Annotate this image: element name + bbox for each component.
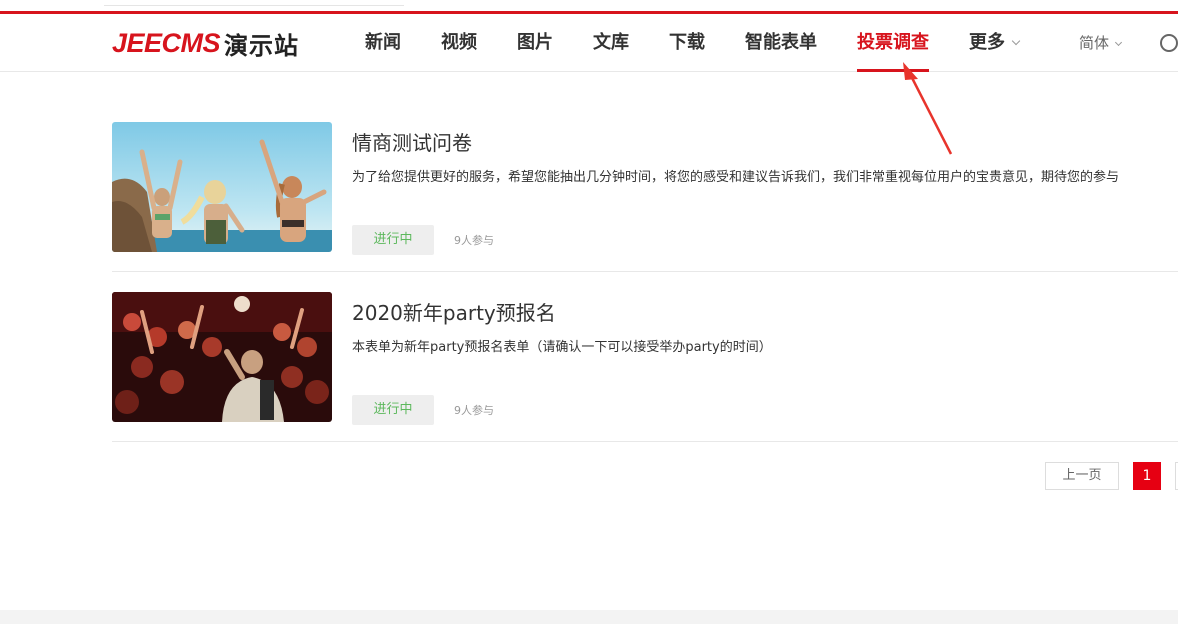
site-logo[interactable]: JEECMS 演示站 (112, 26, 299, 60)
survey-item: 情商测试问卷 为了给您提供更好的服务，希望您能抽出几分钟时间，将您的感受和建议告… (112, 102, 1178, 272)
site-header: JEECMS 演示站 新闻 视频 图片 文库 下载 智能表单 投票调查 更多 简… (0, 14, 1178, 72)
participant-count: 9人参与 (454, 404, 494, 417)
status-badge[interactable]: 进行中 (352, 225, 434, 255)
language-label: 简体 (1079, 34, 1110, 52)
chevron-down-icon (1114, 38, 1123, 47)
nav-item-video[interactable]: 视频 (441, 14, 477, 72)
survey-thumbnail-party[interactable] (112, 292, 332, 422)
page-number-current[interactable]: 1 (1133, 462, 1161, 490)
participant-count: 9人参与 (454, 234, 494, 247)
search-icon[interactable] (1160, 34, 1178, 52)
nav-item-library[interactable]: 文库 (593, 14, 629, 72)
nav-item-news[interactable]: 新闻 (365, 14, 401, 72)
prev-page-button[interactable]: 上一页 (1045, 462, 1119, 490)
survey-description: 为了给您提供更好的服务，希望您能抽出几分钟时间，将您的感受和建议告诉我们，我们非… (352, 170, 1120, 185)
survey-title[interactable]: 2020新年party预报名 (352, 297, 556, 326)
survey-item: 2020新年party预报名 本表单为新年party预报名表单（请确认一下可以接… (112, 272, 1178, 442)
status-badge[interactable]: 进行中 (352, 395, 434, 425)
language-selector[interactable]: 简体 (1079, 14, 1123, 72)
footer-band (0, 610, 1178, 624)
chevron-down-icon (1011, 36, 1021, 46)
nav-item-voting-survey[interactable]: 投票调查 (857, 14, 929, 72)
nav-item-more[interactable]: 更多 (969, 14, 1021, 72)
nav-item-smart-forms[interactable]: 智能表单 (745, 14, 817, 72)
top-bar-fragment (0, 0, 1178, 10)
survey-description: 本表单为新年party预报名表单（请确认一下可以接受举办party的时间） (352, 340, 772, 355)
survey-thumbnail-beach[interactable] (112, 122, 332, 252)
nav-item-download[interactable]: 下载 (669, 14, 705, 72)
logo-text-en: JEECMS (112, 27, 221, 58)
nav-item-pictures[interactable]: 图片 (517, 14, 553, 72)
survey-title[interactable]: 情商测试问卷 (352, 127, 472, 156)
pagination: 上一页 1 (0, 462, 1178, 490)
nav-more-label: 更多 (969, 32, 1005, 53)
logo-text-cn: 演示站 (224, 31, 300, 60)
